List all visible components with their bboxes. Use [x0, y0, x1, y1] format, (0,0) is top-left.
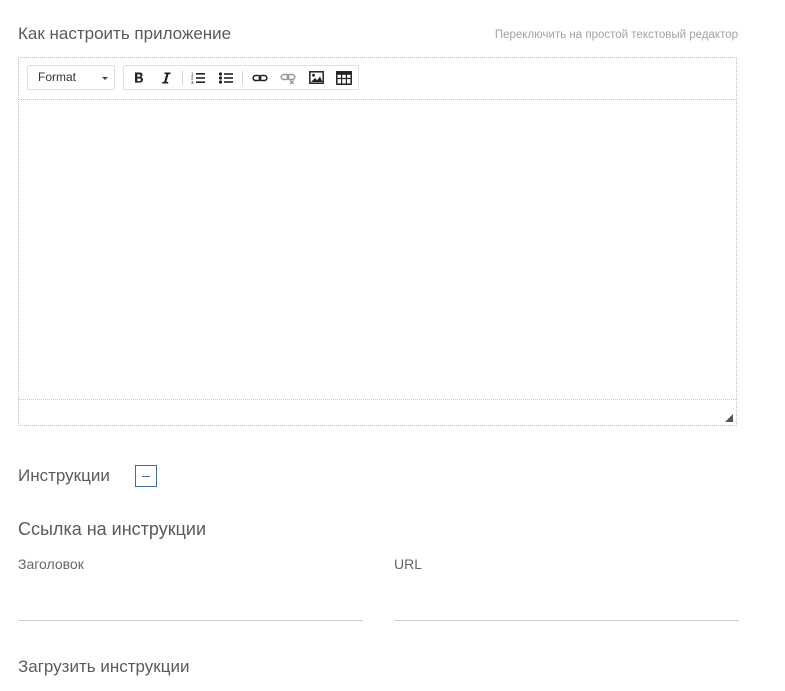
rich-text-editor: Format 1 2 3 [18, 57, 737, 426]
bold-icon [135, 72, 143, 83]
bold-button[interactable] [127, 66, 151, 89]
editor-statusbar [19, 399, 736, 425]
editor-content-area[interactable] [19, 100, 736, 400]
table-button[interactable] [332, 66, 356, 89]
formatting-button-group: 1 2 3 [123, 65, 359, 90]
upload-instructions-title: Загрузить инструкции [18, 657, 190, 676]
editor-title: Как настроить приложение [18, 24, 232, 43]
svg-text:3: 3 [191, 79, 194, 84]
link-button[interactable] [248, 66, 272, 89]
url-field-label: URL [394, 556, 423, 572]
link-icon [252, 74, 268, 81]
numbered-list-button[interactable]: 1 2 3 [186, 66, 210, 89]
format-dropdown-label: Format [38, 70, 77, 84]
switch-to-plain-editor-link[interactable]: Переключить на простой текстовый редакто… [495, 29, 738, 41]
numbered-list-icon: 1 2 3 [191, 71, 205, 84]
unlink-icon [280, 73, 296, 84]
minus-icon [142, 476, 150, 477]
bulleted-list-button[interactable] [214, 66, 238, 89]
caret-down-icon [102, 77, 108, 80]
bulleted-list-icon [218, 71, 233, 84]
italic-icon [162, 72, 171, 83]
editor-toolbar: Format 1 2 3 [19, 58, 736, 100]
image-button[interactable] [304, 66, 328, 89]
toolbar-separator [182, 71, 183, 85]
instruction-link-title: Ссылка на инструкции [18, 519, 207, 539]
heading-input[interactable] [18, 590, 363, 621]
italic-button[interactable] [154, 66, 178, 89]
url-input[interactable] [394, 590, 739, 621]
table-icon [336, 70, 352, 85]
toolbar-separator [242, 71, 243, 85]
unlink-button[interactable] [276, 66, 300, 89]
instructions-label: Инструкции [18, 466, 110, 485]
format-dropdown[interactable]: Format [27, 65, 115, 90]
resize-handle-icon[interactable] [725, 414, 733, 422]
image-icon [308, 71, 324, 84]
instructions-collapse-button[interactable] [135, 465, 157, 487]
heading-field-label: Заголовок [18, 556, 84, 572]
